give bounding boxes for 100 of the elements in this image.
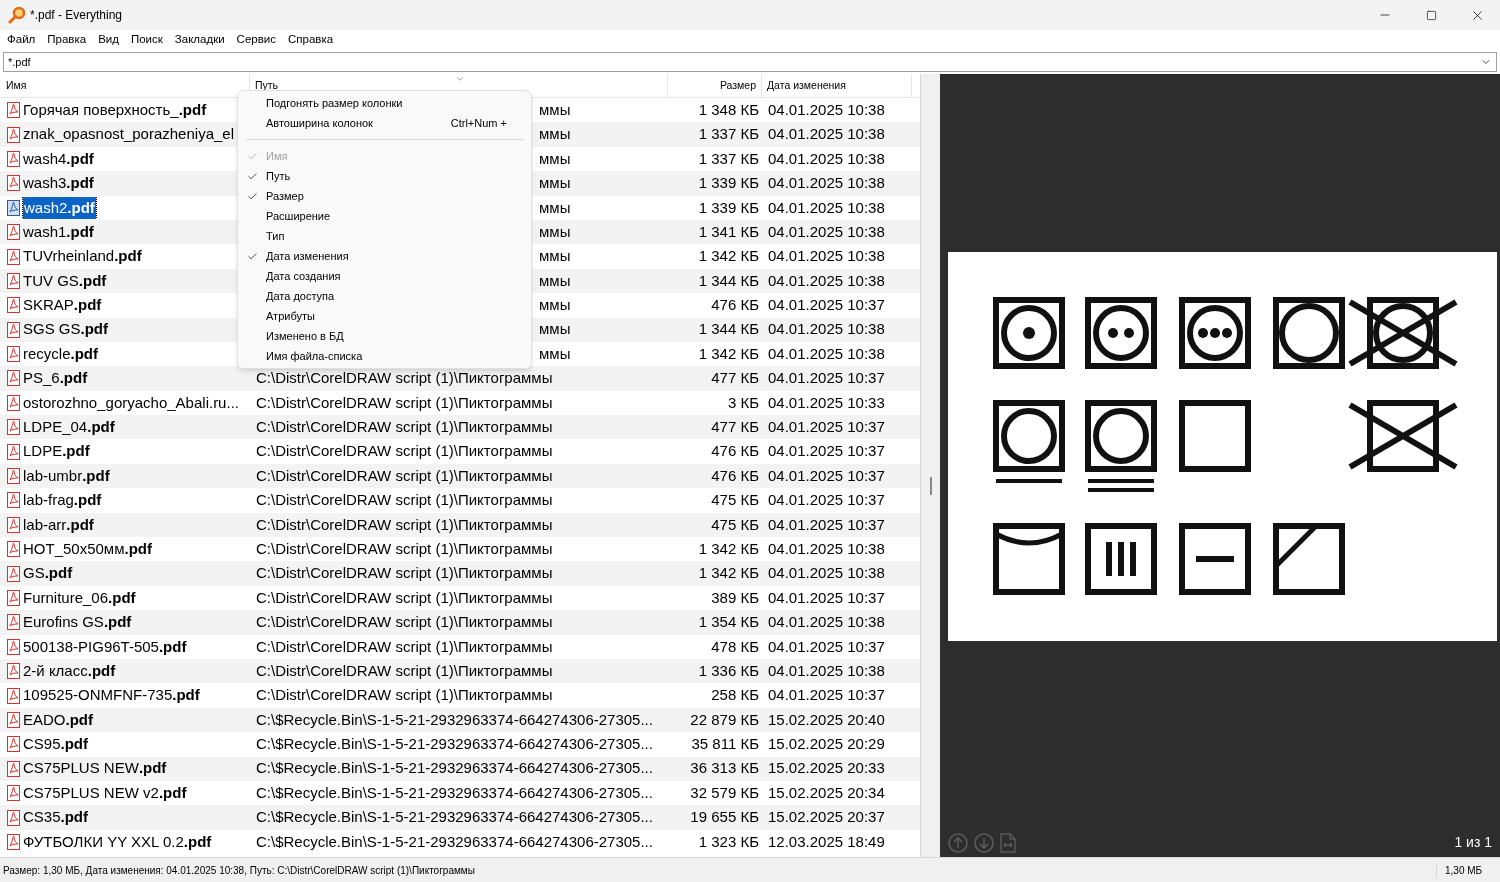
menu-option[interactable]: Изменено в БД [238,326,531,346]
file-name[interactable]: 2-й класс.pdf [23,659,116,683]
table-cell-text: 04.01.2025 10:38 [767,173,886,194]
column-header[interactable]: Дата изменения [762,74,912,97]
file-name[interactable]: CS95.pdf [23,733,89,756]
table-cell-text: 477 КБ [710,368,760,389]
menu-item[interactable]: Поиск [125,31,168,49]
file-name[interactable]: CS75PLUS NEW.pdf [23,757,167,780]
arrow-up-circle-icon[interactable] [948,833,968,853]
file-name[interactable]: wash4.pdf [23,147,94,171]
table-cell-text: 04.01.2025 10:37 [767,465,886,486]
file-name[interactable]: LDPE.pdf [23,440,90,463]
table-cell: C:\Distr\CorelDRAW script (1)\Пиктограммы [256,588,553,606]
table-cell-text: ммы [539,99,571,120]
menu-option[interactable]: Дата доступа [238,286,531,306]
file-name[interactable]: LDPE_04.pdf [23,416,115,439]
check-icon [246,250,258,262]
pdf-file-icon [7,614,20,631]
table-cell-text: 1 354 КБ [697,612,760,633]
file-name[interactable]: SGS GS.pdf [23,318,109,341]
file-name[interactable]: lab-frag.pdf [23,489,102,512]
file-name[interactable]: Горячая поверхность_.pdf [23,98,207,122]
file-name[interactable]: lab-arr.pdf [23,513,94,537]
file-name[interactable]: PS_6.pdf [23,367,88,390]
table-cell-text: 389 КБ [710,587,760,608]
table-cell-text: 04.01.2025 10:37 [767,587,886,608]
pdf-file-icon [7,394,20,411]
file-name[interactable]: TUV GS.pdf [23,269,107,293]
table-cell-text: 1 342 КБ [697,563,760,584]
pdf-file-icon [7,370,20,387]
file-name[interactable]: CS35.pdf [23,806,89,829]
table-cell-text: 04.01.2025 10:37 [767,417,886,437]
file-name[interactable]: ФУТБОЛКИ YY XXL 0.2.pdf [23,830,212,854]
file-name[interactable]: GS.pdf [23,562,73,585]
file-name[interactable]: wash1.pdf [23,220,94,244]
menu-option[interactable]: Атрибуты [238,306,531,326]
file-name[interactable]: TUVrheinland.pdf [23,245,142,268]
file-name[interactable]: recycle.pdf [23,342,98,366]
file-name[interactable]: SKRAP.pdf [23,294,102,317]
menu-item[interactable]: Правка [42,31,92,49]
fit-width-icon[interactable] [1000,833,1016,853]
table-cell-text: 475 КБ [710,514,760,535]
menu-option[interactable]: Дата создания [238,266,531,286]
file-name[interactable]: Eurofins GS.pdf [23,611,132,634]
table-cell-text: 15.02.2025 20:33 [767,758,886,779]
file-name[interactable]: 500138-PIG96T-505.pdf [23,635,187,659]
menu-option[interactable]: Тип [238,226,531,246]
table-cell-text: 04.01.2025 10:37 [767,490,886,511]
menu-option[interactable]: Размер [238,186,531,206]
menu-item[interactable]: Сервис [231,31,281,49]
table-cell-text: 476 КБ [710,295,760,316]
pdf-file-icon [7,102,20,119]
maximize-icon [1425,9,1437,21]
column-header[interactable]: Размер [668,74,762,97]
menu-option[interactable]: Автоширина колонок Ctrl+Num + [238,113,531,133]
file-name[interactable]: ostorozhno_goryacho_Abali.ru... [23,391,239,415]
menu-option[interactable]: Расширение [238,206,531,226]
menu-item[interactable]: Справка [283,31,339,49]
pdf-file-icon [7,419,20,436]
arrow-down-circle-icon[interactable] [974,833,994,853]
file-name[interactable]: HOT_50x50мм.pdf [23,537,152,561]
table-cell-text: 04.01.2025 10:38 [767,343,886,364]
table-cell-text: ммы [539,124,571,145]
menu-item[interactable]: Вид [93,31,124,49]
file-name[interactable]: Furniture_06.pdf [23,586,136,610]
table-cell-text: 476 КБ [710,465,760,486]
menu-option[interactable]: Имя файла-списка [238,346,531,366]
pdf-file-icon [7,760,20,777]
table-cell-text: 04.01.2025 10:37 [767,636,886,657]
table-cell-text: 04.01.2025 10:38 [767,246,886,267]
table-cell-text: 1 323 КБ [697,831,760,852]
menu-option[interactable]: Дата изменения [238,246,531,266]
check-icon [246,150,258,162]
pdf-file-icon [7,199,20,216]
pdf-file-icon [7,711,20,728]
pdf-file-icon [7,687,20,704]
pdf-file-icon [7,175,20,192]
table-cell-text: 477 КБ [710,417,760,437]
file-name[interactable]: lab-umbr.pdf [23,464,110,488]
menu-item[interactable]: Закладки [169,31,230,49]
table-cell-text: 1 339 КБ [697,197,760,218]
splitter-handle[interactable] [929,476,932,495]
file-name[interactable]: EADO.pdf [23,708,93,732]
menu-item[interactable]: Файл [2,31,41,49]
table-cell-text: 15.02.2025 20:29 [767,734,886,755]
file-name[interactable]: znak_opasnost_porazheniya_el [23,123,234,146]
file-name[interactable]: CS75PLUS NEW v2.pdf [23,781,187,805]
file-name[interactable]: wash3.pdf [23,172,94,195]
table-cell-text: 1 342 КБ [697,343,760,364]
file-name[interactable]: 109525-ONMFNF-735.pdf [23,684,200,707]
menu-option[interactable]: Путь [238,166,531,186]
table-cell-text: 04.01.2025 10:38 [767,563,886,584]
table-cell-text: 32 579 КБ [689,782,760,803]
file-name[interactable]: wash2.pdf [23,196,96,219]
table-cell: C:\Distr\CorelDRAW script (1)\Пиктограммы [256,466,553,484]
search-field[interactable]: *.pdf [3,52,1497,72]
check-icon [246,190,258,202]
pdf-file-icon [7,516,20,533]
table-cell: C:\Distr\CorelDRAW script (1)\Пиктограммы [256,442,553,460]
table-cell-text: 04.01.2025 10:38 [767,660,886,681]
